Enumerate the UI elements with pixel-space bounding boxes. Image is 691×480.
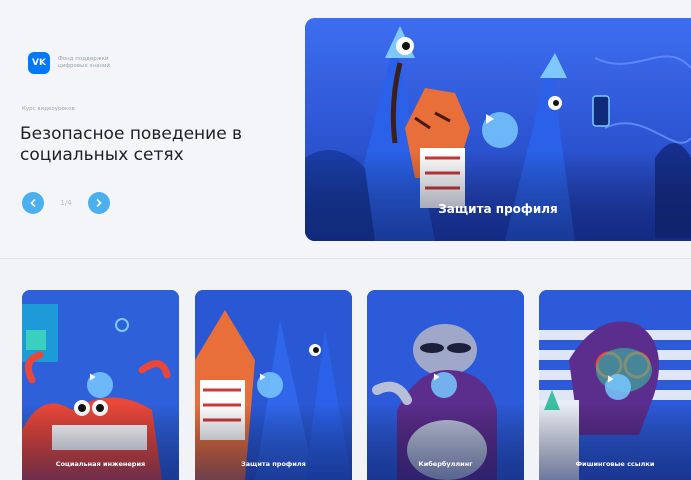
vk-logo[interactable]: VK [28, 52, 50, 74]
video-card[interactable]: Социальная инженерия [22, 290, 179, 480]
card-caption: Защита профиля [241, 460, 306, 468]
course-label: Курс видеоуроков [22, 106, 75, 112]
video-card[interactable]: Защита профиля [195, 290, 352, 480]
play-button[interactable] [257, 372, 283, 398]
play-icon [90, 373, 96, 381]
brand[interactable]: VK Фонд поддержки цифровых знаний [28, 52, 128, 74]
play-button[interactable] [482, 112, 518, 148]
play-button[interactable] [605, 374, 631, 400]
slider-controls: 1/4 [22, 192, 110, 214]
card-caption: Социальная инженерия [55, 460, 146, 468]
card-caption: Кибербуллинг [418, 460, 473, 468]
page-title: Безопасное поведение в социальных сетях [20, 124, 243, 165]
brand-name: Фонд поддержки цифровых знаний [58, 56, 111, 69]
play-icon [260, 373, 266, 381]
video-card[interactable]: Фишинговые ссылки [539, 290, 691, 480]
play-icon [486, 114, 494, 124]
slide-counter: 1/4 [60, 199, 72, 207]
arrow-right-icon [96, 199, 102, 207]
hero-caption: Защита профиля [438, 202, 558, 216]
play-icon [434, 373, 440, 381]
section-divider [0, 258, 691, 259]
next-button[interactable] [88, 192, 110, 214]
card-caption: Фишинговые ссылки [575, 460, 655, 468]
arrow-left-icon [30, 199, 36, 207]
play-icon [608, 375, 614, 383]
hero-video[interactable]: Защита профиля [305, 18, 691, 241]
play-button[interactable] [431, 372, 457, 398]
prev-button[interactable] [22, 192, 44, 214]
play-button[interactable] [87, 372, 113, 398]
video-card[interactable]: Кибербуллинг [367, 290, 524, 480]
